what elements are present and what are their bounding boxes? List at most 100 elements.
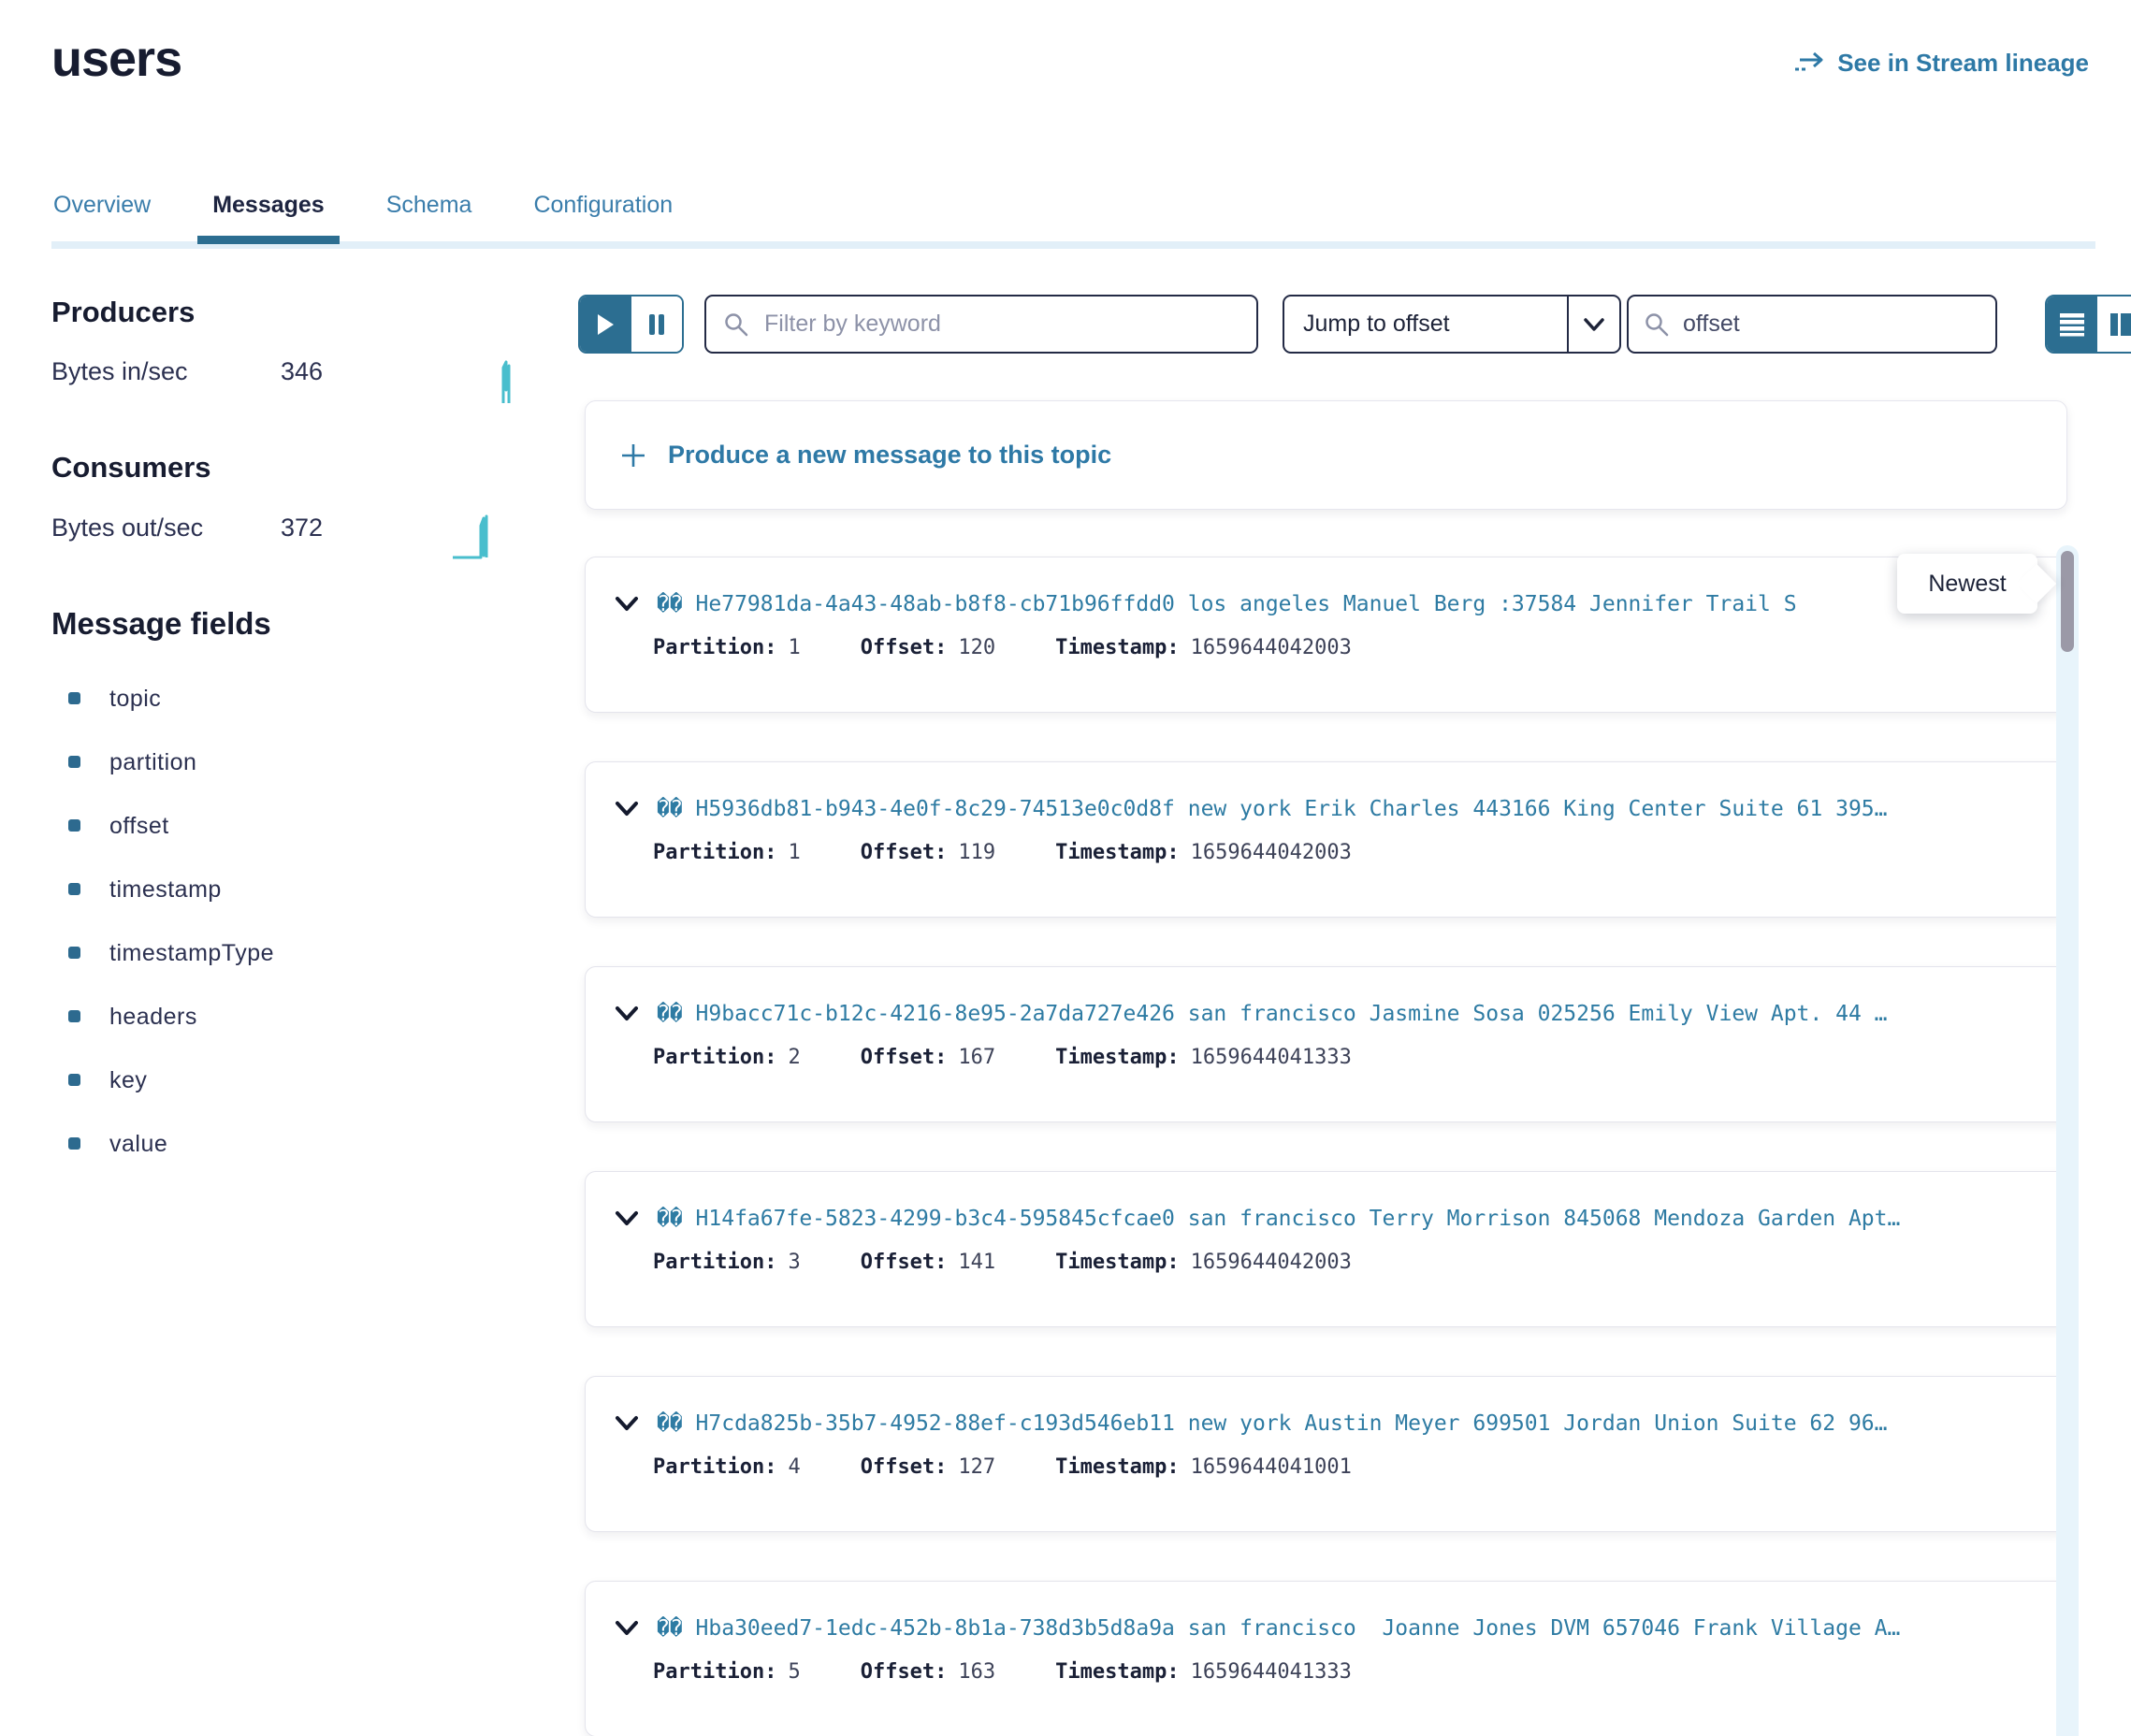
play-button[interactable]	[580, 297, 631, 352]
plus-icon	[619, 441, 647, 470]
message-row: �� Hba30eed7-1edc-452b-8b1a-738d3b5d8a9a…	[585, 1581, 2067, 1736]
partition-value: 4	[788, 1455, 800, 1479]
scrollbar-thumb[interactable]	[2061, 551, 2074, 652]
message-row: �� He77981da-4a43-48ab-b8f8-cb71b96ffdd0…	[585, 557, 2067, 713]
partition-value: 3	[788, 1251, 800, 1274]
message-fields-heading: Message fields	[51, 606, 271, 642]
offset-value: 127	[958, 1455, 995, 1479]
field-item-value[interactable]: value	[51, 1131, 274, 1194]
timestamp-value: 1659644042003	[1191, 1251, 1352, 1274]
offset-value: 141	[958, 1251, 995, 1274]
message-row-header[interactable]: �� H14fa67fe-5823-4299-b3c4-595845cfcae0…	[614, 1200, 2044, 1237]
search-icon	[723, 311, 749, 338]
chevron-down-icon	[614, 595, 640, 614]
field-bullet-icon	[68, 692, 80, 704]
bytes-in-sparkline	[468, 358, 520, 405]
card-view-button[interactable]	[2097, 297, 2131, 352]
messages-toolbar: Jump to offset	[578, 295, 2067, 354]
consumers-metric-row: Bytes out/sec 372	[51, 514, 323, 542]
offset-search-field	[1627, 295, 1997, 354]
page-title: users	[51, 30, 181, 88]
producers-metric-row: Bytes in/sec 346	[51, 357, 323, 386]
offset-value: 119	[958, 841, 995, 864]
partition-value: 1	[788, 841, 800, 864]
lineage-link-label: See in Stream lineage	[1837, 49, 2089, 78]
jump-to-offset-label: Jump to offset	[1284, 311, 1567, 338]
list-view-button[interactable]	[2047, 297, 2097, 352]
message-key: �� H9bacc71c-b12c-4216-8e95-2a7da727e426…	[657, 1002, 2044, 1026]
tab-configuration[interactable]: Configuration	[531, 192, 674, 236]
message-row-header[interactable]: �� H5936db81-b943-4e0f-8c29-74513e0c0d8f…	[614, 790, 2044, 828]
message-meta: Partition:5 Offset:163 Timestamp:1659644…	[653, 1660, 2044, 1684]
message-list: �� He77981da-4a43-48ab-b8f8-cb71b96ffdd0…	[585, 557, 2067, 1736]
timestamp-value: 1659644041333	[1191, 1660, 1352, 1684]
chevron-down-icon	[614, 1209, 640, 1228]
offset-value: 163	[958, 1660, 995, 1684]
scrollbar-track[interactable]	[2056, 545, 2079, 1736]
tab-schema[interactable]: Schema	[384, 192, 474, 236]
message-key: �� Hba30eed7-1edc-452b-8b1a-738d3b5d8a9a…	[657, 1616, 2044, 1641]
field-bullet-icon	[68, 1010, 80, 1022]
filter-keyword-input[interactable]	[762, 310, 1239, 339]
field-bullet-icon	[68, 819, 80, 832]
timestamp-value: 1659644042003	[1191, 636, 1352, 659]
field-item-partition[interactable]: partition	[51, 749, 274, 813]
field-item-key[interactable]: key	[51, 1067, 274, 1131]
field-item-headers[interactable]: headers	[51, 1004, 274, 1067]
card-view-icon	[2108, 312, 2131, 337]
message-row: �� H14fa67fe-5823-4299-b3c4-595845cfcae0…	[585, 1171, 2067, 1327]
partition-value: 5	[788, 1660, 800, 1684]
jump-to-offset-select[interactable]: Jump to offset	[1283, 295, 1621, 354]
field-item-offset[interactable]: offset	[51, 813, 274, 876]
message-meta: Partition:1 Offset:119 Timestamp:1659644…	[653, 841, 2044, 864]
partition-value: 1	[788, 636, 800, 659]
message-meta: Partition:1 Offset:120 Timestamp:1659644…	[653, 636, 2044, 659]
timestamp-value: 1659644042003	[1191, 841, 1352, 864]
search-icon	[1644, 311, 1670, 338]
bytes-out-sparkline	[451, 513, 507, 561]
bytes-in-label: Bytes in/sec	[51, 357, 281, 386]
message-row: �� H9bacc71c-b12c-4216-8e95-2a7da727e426…	[585, 966, 2067, 1122]
see-in-stream-lineage-link[interactable]: See in Stream lineage	[1794, 49, 2089, 78]
pause-button[interactable]	[631, 297, 683, 352]
message-meta: Partition:2 Offset:167 Timestamp:1659644…	[653, 1046, 2044, 1069]
filter-keyword-field	[704, 295, 1258, 354]
produce-message-button[interactable]: Produce a new message to this topic	[585, 400, 2067, 510]
message-row-header[interactable]: �� H7cda825b-35b7-4952-88ef-c193d546eb11…	[614, 1405, 2044, 1442]
bytes-in-value: 346	[281, 357, 323, 386]
field-bullet-icon	[68, 1074, 80, 1086]
partition-value: 2	[788, 1046, 800, 1069]
message-key: �� H5936db81-b943-4e0f-8c29-74513e0c0d8f…	[657, 797, 2044, 821]
stream-lineage-icon	[1794, 51, 1826, 77]
pause-icon	[647, 312, 666, 337]
field-bullet-icon	[68, 947, 80, 959]
producers-heading: Producers	[51, 296, 195, 329]
timestamp-value: 1659644041333	[1191, 1046, 1352, 1069]
chevron-down-icon	[614, 1414, 640, 1433]
message-row: �� H5936db81-b943-4e0f-8c29-74513e0c0d8f…	[585, 761, 2067, 918]
tab-overview[interactable]: Overview	[51, 192, 152, 236]
message-meta: Partition:4 Offset:127 Timestamp:1659644…	[653, 1455, 2044, 1479]
tab-messages[interactable]: Messages	[210, 192, 326, 236]
message-row-header[interactable]: �� H9bacc71c-b12c-4216-8e95-2a7da727e426…	[614, 995, 2044, 1033]
chevron-down-icon	[614, 800, 640, 818]
field-item-topic[interactable]: topic	[51, 686, 274, 749]
offset-search-input[interactable]	[1681, 310, 1986, 339]
chevron-down-icon	[614, 1619, 640, 1638]
message-meta: Partition:3 Offset:141 Timestamp:1659644…	[653, 1251, 2044, 1274]
message-fields-list: topic partition offset timestamp timesta…	[51, 686, 274, 1194]
field-bullet-icon	[68, 883, 80, 895]
view-mode-toggle	[2045, 295, 2131, 354]
message-row-header[interactable]: �� He77981da-4a43-48ab-b8f8-cb71b96ffdd0…	[614, 586, 2044, 623]
field-item-timestampType[interactable]: timestampType	[51, 940, 274, 1004]
message-key: �� H14fa67fe-5823-4299-b3c4-595845cfcae0…	[657, 1207, 2044, 1231]
field-bullet-icon	[68, 756, 80, 768]
message-row-header[interactable]: �� Hba30eed7-1edc-452b-8b1a-738d3b5d8a9a…	[614, 1610, 2044, 1647]
field-item-timestamp[interactable]: timestamp	[51, 876, 274, 940]
play-pause-toggle	[578, 295, 684, 354]
list-view-icon	[2058, 312, 2086, 337]
consumers-heading: Consumers	[51, 451, 211, 485]
produce-message-label: Produce a new message to this topic	[668, 441, 1111, 470]
offset-value: 120	[958, 636, 995, 659]
bytes-out-label: Bytes out/sec	[51, 514, 281, 542]
